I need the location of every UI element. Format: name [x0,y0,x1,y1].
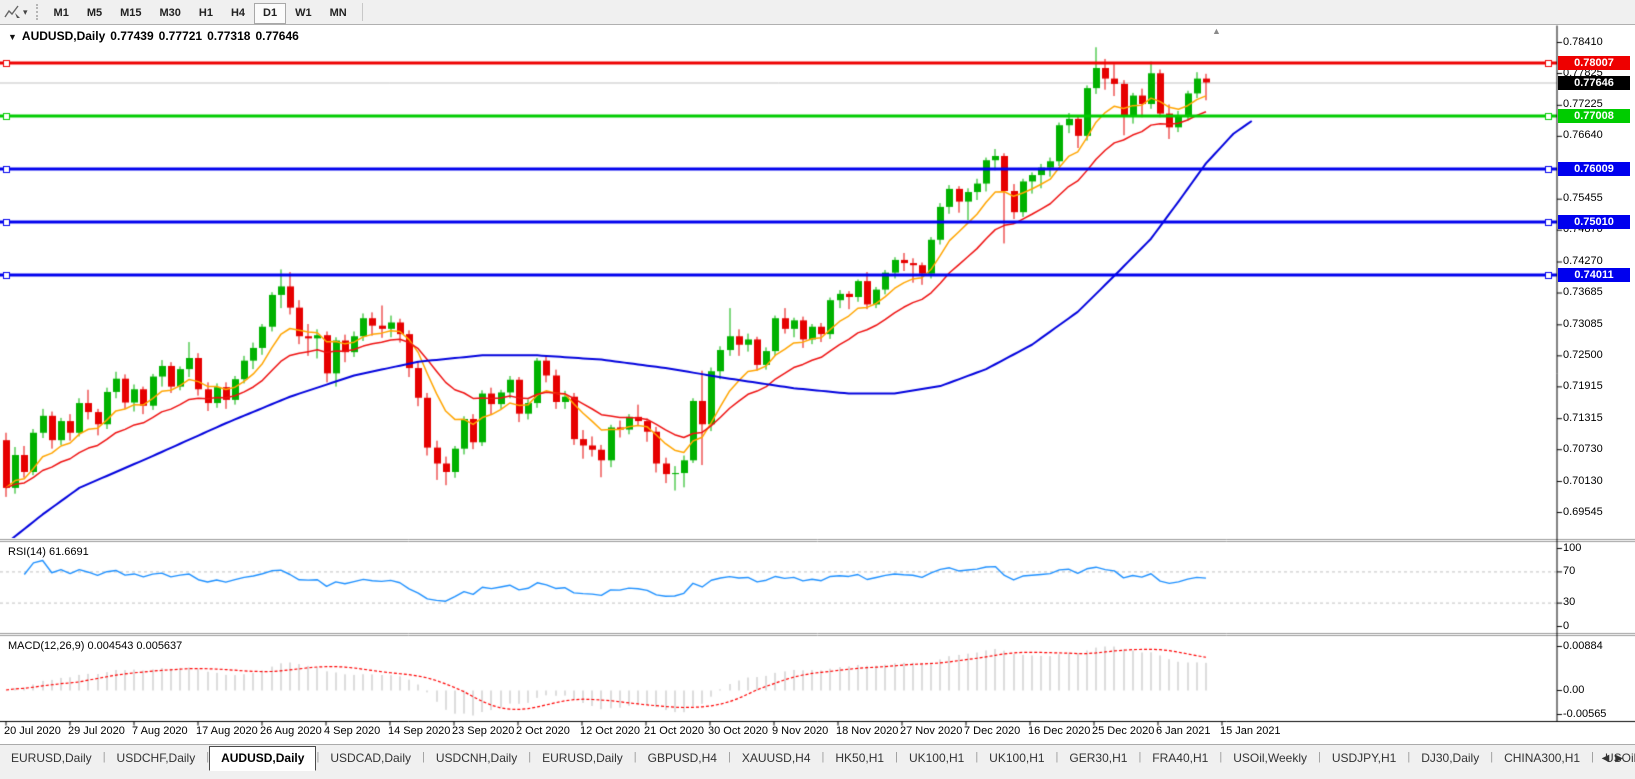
price-tick-label: 0.71315 [1563,412,1603,425]
tab-scroll-arrows: ◀▶ [1602,753,1629,764]
macd-indicator-label: MACD(12,26,9) 0.004543 0.005637 [8,640,182,652]
price-line-label: 0.77008 [1558,109,1630,123]
chart-canvas[interactable] [0,0,1635,779]
date-tick-label: 18 Nov 2020 [836,725,898,737]
timeframe-button-m1[interactable]: M1 [45,3,78,24]
price-tick-label: 0.74270 [1563,255,1603,268]
macd-tick-label: 0.00 [1563,684,1584,697]
crosshair-tool-icon[interactable] [4,5,22,19]
price-tick-label: 0.73085 [1563,318,1603,331]
price-tick-label: 0.76640 [1563,129,1603,142]
date-tick-label: 7 Dec 2020 [964,725,1020,737]
chart-tab-eurusd-daily[interactable]: EURUSD,Daily [0,747,103,770]
chart-title: ▼ AUDUSD,Daily 0.77439 0.77721 0.77318 0.7764… [8,29,304,43]
date-tick-label: 14 Sep 2020 [388,725,450,737]
chart-tab-usdcnh-daily[interactable]: USDCNH,Daily [425,747,528,770]
date-tick-label: 26 Aug 2020 [260,725,322,737]
price-tick-label: 0.70130 [1563,475,1603,488]
price-line-label: 0.78007 [1558,56,1630,70]
date-tick-label: 27 Nov 2020 [900,725,962,737]
date-tick-label: 25 Dec 2020 [1092,725,1154,737]
chart-tab-usdcad-daily[interactable]: USDCAD,Daily [319,747,422,770]
open-value: 0.77439 [110,29,153,43]
chart-tab-uk100-h1[interactable]: UK100,H1 [898,747,975,770]
rsi-tick-label: 100 [1563,542,1581,555]
timeframe-button-d1[interactable]: D1 [254,3,286,24]
date-tick-label: 2 Oct 2020 [516,725,570,737]
chart-tab-usdchf-daily[interactable]: USDCHF,Daily [106,747,207,770]
price-line-label: 0.76009 [1558,162,1630,176]
timeframe-button-h1[interactable]: H1 [190,3,222,24]
timeframe-button-h4[interactable]: H4 [222,3,254,24]
date-tick-label: 7 Aug 2020 [132,725,188,737]
tab-scroll-right-icon[interactable]: ▶ [1615,753,1629,764]
chart-tab-bar: EURUSD,Daily|USDCHF,Daily|AUDUSD,Daily|U… [0,744,1635,779]
date-tick-label: 4 Sep 2020 [324,725,380,737]
price-tick-label: 0.70730 [1563,443,1603,456]
chart-tab-dj30-daily[interactable]: DJ30,Daily [1410,747,1490,770]
mt4-window: ▾ M1M5M15M30H1H4D1W1MN ▼ AUDUSD,Daily 0.77… [0,0,1635,779]
timeframe-button-m15[interactable]: M15 [111,3,150,24]
date-tick-label: 9 Nov 2020 [772,725,828,737]
timeframes-toolbar: ▾ M1M5M15M30H1H4D1W1MN [0,0,1635,25]
date-tick-label: 23 Sep 2020 [452,725,514,737]
price-line-label: 0.77646 [1558,76,1630,90]
date-tick-label: 29 Jul 2020 [68,725,125,737]
chart-tab-usdjpy-h1[interactable]: USDJPY,H1 [1321,747,1407,770]
rsi-tick-label: 70 [1563,565,1575,578]
date-tick-label: 16 Dec 2020 [1028,725,1090,737]
chart-tab-ger30-h1[interactable]: GER30,H1 [1058,747,1138,770]
timeframe-button-group: M1M5M15M30H1H4D1W1MN [45,3,356,21]
date-tick-label: 21 Oct 2020 [644,725,704,737]
price-tick-label: 0.73685 [1563,286,1603,299]
collapse-icon[interactable]: ▼ [8,32,17,42]
symbol-label: AUDUSD,Daily [22,29,105,43]
price-tick-label: 0.75455 [1563,192,1603,205]
chart-tab-china300-h1[interactable]: CHINA300,H1 [1493,747,1591,770]
chart-tab-uk100-h1[interactable]: UK100,H1 [978,747,1055,770]
date-tick-label: 6 Jan 2021 [1156,725,1210,737]
chart-tab-hk50-h1[interactable]: HK50,H1 [824,747,895,770]
toolbar-separator [362,3,363,21]
timeframe-button-m5[interactable]: M5 [78,3,111,24]
chart-tab-audusd-daily[interactable]: AUDUSD,Daily [209,746,316,771]
timeframe-button-mn[interactable]: MN [321,3,356,24]
price-line-label: 0.74011 [1558,268,1630,282]
close-value: 0.77646 [255,29,298,43]
low-value: 0.77318 [207,29,250,43]
date-tick-label: 17 Aug 2020 [196,725,258,737]
chart-shift-marker-icon: ▲ [1212,26,1221,36]
date-tick-label: 20 Jul 2020 [4,725,61,737]
date-tick-label: 12 Oct 2020 [580,725,640,737]
macd-tick-label: -0.00565 [1563,708,1606,721]
price-tick-label: 0.72500 [1563,349,1603,362]
high-value: 0.77721 [159,29,202,43]
price-tick-label: 0.78410 [1563,36,1603,49]
price-line-label: 0.75010 [1558,215,1630,229]
timeframe-button-w1[interactable]: W1 [286,3,321,24]
rsi-tick-label: 30 [1563,596,1575,609]
chart-tab-usoil-weekly[interactable]: USOil,Weekly [1222,747,1318,770]
dropdown-caret-icon[interactable]: ▾ [23,7,28,18]
rsi-indicator-label: RSI(14) 61.6691 [8,546,89,558]
macd-tick-label: 0.00884 [1563,640,1603,653]
chart-tab-xauusd-h4[interactable]: XAUUSD,H4 [731,747,822,770]
date-tick-label: 15 Jan 2021 [1220,725,1281,737]
timeframe-button-m30[interactable]: M30 [151,3,190,24]
price-tick-label: 0.71915 [1563,380,1603,393]
price-tick-label: 0.69545 [1563,506,1603,519]
chart-tab-gbpusd-h4[interactable]: GBPUSD,H4 [637,747,728,770]
toolbar-grip[interactable] [36,4,38,20]
tab-scroll-left-icon[interactable]: ◀ [1602,753,1616,764]
rsi-tick-label: 0 [1563,620,1569,633]
date-tick-label: 30 Oct 2020 [708,725,768,737]
chart-tab-eurusd-daily[interactable]: EURUSD,Daily [531,747,634,770]
chart-tab-fra40-h1[interactable]: FRA40,H1 [1141,747,1219,770]
